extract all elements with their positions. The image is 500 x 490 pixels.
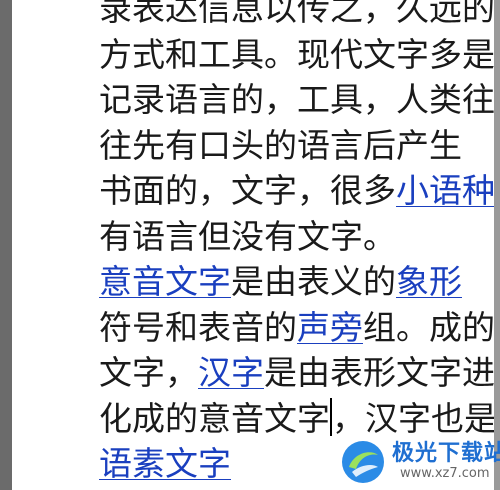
text-run: 有语言但没有文字。 (99, 216, 396, 256)
text-run: 是由表形文字进 (264, 353, 495, 392)
left-window-border (0, 0, 12, 490)
text-line: 录表达信息以传之，久远的 (99, 0, 495, 32)
text-run: 组。成的 (363, 307, 495, 347)
text-run: 书面的，文字，很多 (99, 171, 396, 210)
text-run: 化成的意音文字 (99, 398, 330, 438)
text-run: ，汉字也是 (332, 398, 497, 438)
text-run: 往先有口头的语言后产生 (99, 125, 462, 165)
text-run: 方式和工具。现代文字多是 (99, 34, 495, 74)
watermark-site-url: www.xz7.com (400, 466, 490, 481)
hyperlink[interactable]: 小语种 (396, 171, 495, 210)
text-line: 方式和工具。现代文字多是 (99, 32, 495, 78)
text-run: 是由表义的 (231, 262, 396, 301)
aurora-swirl-logo-icon (342, 441, 384, 483)
hyperlink[interactable]: 汉字 (198, 353, 264, 392)
text-line: 有语言但没有文字。 (99, 214, 495, 260)
text-line: 文字，汉字是由表形文字进 (99, 350, 495, 396)
text-line: 意音文字是由表义的象形 (99, 259, 495, 305)
hyperlink[interactable]: 声旁 (297, 308, 363, 347)
text-run: 录表达信息以传之，久远的 (99, 0, 495, 28)
right-page-edge (494, 0, 500, 490)
watermark-site-name: 极光下载站 (392, 441, 500, 466)
hyperlink[interactable]: 象形 (396, 262, 462, 301)
document-text-body[interactable]: 录表达信息以传之，久远的方式和工具。现代文字多是 记录语言的，工具，人类往 往先有口… (99, 0, 500, 487)
text-run: 符号和表音的 (99, 307, 297, 347)
text-line: 记录语言的，工具，人类往 (99, 77, 495, 123)
hyperlink[interactable]: 语素文字 (99, 444, 231, 483)
hyperlink[interactable]: 意音文字 (99, 262, 231, 301)
text-run: 文字， (99, 353, 198, 392)
site-watermark: 极光下载站 www.xz7.com (340, 433, 500, 490)
text-line: 书面的，文字，很多小语种， (99, 168, 500, 214)
text-line: 符号和表音的声旁组。成的 (99, 305, 495, 351)
text-run: 记录语言的，工具，人类往 (99, 80, 495, 119)
document-viewport: 录表达信息以传之，久远的方式和工具。现代文字多是 记录语言的，工具，人类往 往先有口… (0, 0, 500, 490)
text-line: 往先有口头的语言后产生 (99, 123, 495, 169)
